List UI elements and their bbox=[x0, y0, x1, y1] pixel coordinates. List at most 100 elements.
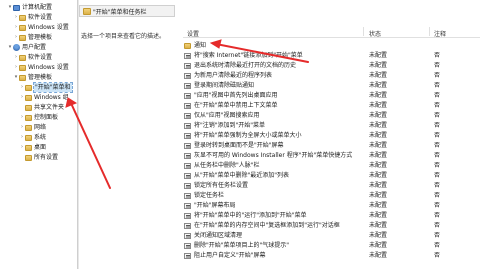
tree-item[interactable]: › 软件设置 bbox=[13, 13, 52, 22]
setting-icon bbox=[184, 52, 191, 59]
setting-icon bbox=[184, 222, 191, 229]
setting-name: 从任务栏中删除"人脉"栏 bbox=[194, 162, 260, 169]
table-row[interactable]: 从"开始"菜单中删除"最近添加"列表 未配置 否 bbox=[183, 171, 480, 180]
setting-state: 未配置 bbox=[369, 52, 388, 59]
table-row[interactable]: 将"搜索 Internet"链接添加到"开始"菜单 未配置 否 bbox=[183, 51, 480, 60]
setting-comment: 否 bbox=[434, 242, 441, 249]
setting-comment: 否 bbox=[434, 142, 441, 149]
table-row[interactable]: 通知 bbox=[183, 41, 480, 50]
setting-comment: 否 bbox=[434, 112, 441, 119]
table-row[interactable]: 阻止用户自定义"开始"屏幕 未配置 否 bbox=[183, 251, 480, 260]
setting-name: 在"开始"菜单中禁用上下文菜单 bbox=[194, 102, 278, 109]
setting-icon bbox=[184, 212, 191, 219]
folder-icon bbox=[184, 42, 191, 49]
setting-icon bbox=[184, 192, 191, 199]
setting-state: 未配置 bbox=[369, 162, 388, 169]
setting-comment: 否 bbox=[434, 72, 441, 79]
setting-comment: 否 bbox=[434, 232, 441, 239]
table-row[interactable]: 退出系统时清除最近打开的文档的历史 未配置 否 bbox=[183, 61, 480, 70]
table-row[interactable]: 登录期间清除磁贴通知 未配置 否 bbox=[183, 81, 480, 90]
tree-item[interactable]: › 软件设置 bbox=[13, 53, 52, 62]
setting-state: 未配置 bbox=[369, 152, 388, 159]
setting-state: 未配置 bbox=[369, 202, 388, 209]
tree-item[interactable]: ▾ 用户配置 bbox=[7, 43, 46, 52]
table-row[interactable]: 锁定所有任务栏设置 未配置 否 bbox=[183, 181, 480, 190]
table-row[interactable]: 删除"开始"菜单项目上的"气球提示" 未配置 否 bbox=[183, 241, 480, 250]
current-folder-label: "开始"菜单和任务栏 bbox=[93, 8, 147, 16]
setting-name: 阻止用户自定义"开始"屏幕 bbox=[194, 252, 266, 259]
tree-item[interactable]: 共享文件夹 bbox=[19, 103, 64, 112]
table-row[interactable]: "应用"视图中首先列出桌面应用 未配置 否 bbox=[183, 91, 480, 100]
tree-item[interactable]: ▾ 管理模板 bbox=[13, 73, 52, 82]
tree-item-label: 所有设置 bbox=[34, 154, 59, 161]
setting-icon bbox=[184, 72, 191, 79]
table-row[interactable]: 将"注销"添加到"开始"菜单 未配置 否 bbox=[183, 121, 480, 130]
table-row[interactable]: 仅从"应用"视图搜索应用 未配置 否 bbox=[183, 111, 480, 120]
setting-icon bbox=[184, 102, 191, 109]
setting-icon bbox=[184, 92, 191, 99]
table-row[interactable]: "开始"屏幕布局 未配置 否 bbox=[183, 201, 480, 210]
table-row[interactable]: 从任务栏中删除"人脉"栏 未配置 否 bbox=[183, 161, 480, 170]
tree-item[interactable]: 所有设置 bbox=[19, 153, 58, 162]
setting-comment: 否 bbox=[434, 132, 441, 139]
setting-name: 登录时转到桌面而不是"开始"屏幕 bbox=[194, 142, 284, 149]
setting-comment: 否 bbox=[434, 122, 441, 129]
tree-item[interactable]: › Windows 组 bbox=[19, 93, 69, 102]
setting-comment: 否 bbox=[434, 62, 441, 69]
setting-comment: 否 bbox=[434, 192, 441, 199]
table-row[interactable]: 在"开始"菜单中禁用上下文菜单 未配置 否 bbox=[183, 101, 480, 110]
setting-name: 灰显不可用的 Windows Installer 程序"开始"菜单快捷方式 bbox=[194, 152, 353, 159]
current-folder-tab: "开始"菜单和任务栏 bbox=[79, 5, 175, 17]
setting-name: 将"搜索 Internet"链接添加到"开始"菜单 bbox=[194, 52, 303, 59]
tree-item[interactable]: › Windows 设置 bbox=[13, 23, 69, 32]
folder-icon bbox=[19, 54, 26, 61]
setting-comment: 否 bbox=[434, 172, 441, 179]
tree-item-label: Windows 设置 bbox=[28, 24, 69, 31]
folder-icon bbox=[25, 114, 32, 121]
tree-item[interactable]: ▾ 计算机配置 bbox=[7, 3, 52, 12]
tree-item[interactable]: › 系统 bbox=[19, 133, 46, 142]
column-comment[interactable]: 注释 bbox=[434, 29, 446, 38]
setting-icon bbox=[184, 252, 191, 259]
setting-state: 未配置 bbox=[369, 132, 388, 139]
setting-state: 未配置 bbox=[369, 252, 388, 259]
table-row[interactable]: 关闭通知区域清理 未配置 否 bbox=[183, 231, 480, 240]
table-row[interactable]: 在"开始"菜单的内存空间中"复选框添加到"运行"对话框 未配置 否 bbox=[183, 221, 480, 230]
folder-icon bbox=[25, 154, 32, 161]
description-hint: 选择一个项目来查看它的描述。 bbox=[81, 33, 166, 40]
table-row[interactable]: 灰显不可用的 Windows Installer 程序"开始"菜单快捷方式 未配置… bbox=[183, 151, 480, 160]
tree-item[interactable]: › 网络 bbox=[19, 123, 46, 132]
folder-icon bbox=[25, 94, 32, 101]
setting-state: 未配置 bbox=[369, 62, 388, 69]
tree-item[interactable]: › 控制面板 bbox=[19, 113, 58, 122]
tree-item-label: 软件设置 bbox=[28, 54, 53, 61]
column-state[interactable]: 状态 bbox=[369, 29, 381, 38]
setting-comment: 否 bbox=[434, 252, 441, 259]
tree-item[interactable]: › 管理模板 bbox=[13, 33, 52, 42]
table-row[interactable]: 将"开始"菜单中的"运行"添加到"开始"菜单 未配置 否 bbox=[183, 211, 480, 220]
folder-icon bbox=[25, 84, 32, 91]
setting-state: 未配置 bbox=[369, 142, 388, 149]
table-row[interactable]: 登录时转到桌面而不是"开始"屏幕 未配置 否 bbox=[183, 141, 480, 150]
column-setting[interactable]: 设置 bbox=[187, 29, 199, 38]
setting-comment: 否 bbox=[434, 202, 441, 209]
setting-comment: 否 bbox=[434, 162, 441, 169]
tree-item-label: 桌面 bbox=[34, 144, 47, 151]
table-row[interactable]: 锁定任务栏 未配置 否 bbox=[183, 191, 480, 200]
folder-icon bbox=[19, 34, 26, 41]
details-pane: "开始"菜单和任务栏 选择一个项目来查看它的描述。 设置 状态 注释 通知将"搜… bbox=[79, 0, 480, 269]
tree-item-label: 管理模板 bbox=[28, 34, 53, 41]
settings-list-header: 设置 状态 注释 bbox=[183, 24, 480, 38]
table-row[interactable]: 为新用户清除最近的程序列表 未配置 否 bbox=[183, 71, 480, 80]
setting-state: 未配置 bbox=[369, 92, 388, 99]
tree-item[interactable]: › 桌面 bbox=[19, 143, 46, 152]
tree-item[interactable]: › "开始"菜单和 bbox=[19, 82, 73, 93]
folder-icon bbox=[25, 144, 32, 151]
tree-item[interactable]: › Windows 设置 bbox=[13, 63, 69, 72]
setting-icon bbox=[184, 82, 191, 89]
tree-item-label: 系统 bbox=[34, 134, 47, 141]
folder-icon bbox=[19, 24, 26, 31]
table-row[interactable]: 将"开始"菜单强制为全屏大小或菜单大小 未配置 否 bbox=[183, 131, 480, 140]
tree-item-label: 网络 bbox=[34, 124, 47, 131]
folder-icon bbox=[25, 104, 32, 111]
